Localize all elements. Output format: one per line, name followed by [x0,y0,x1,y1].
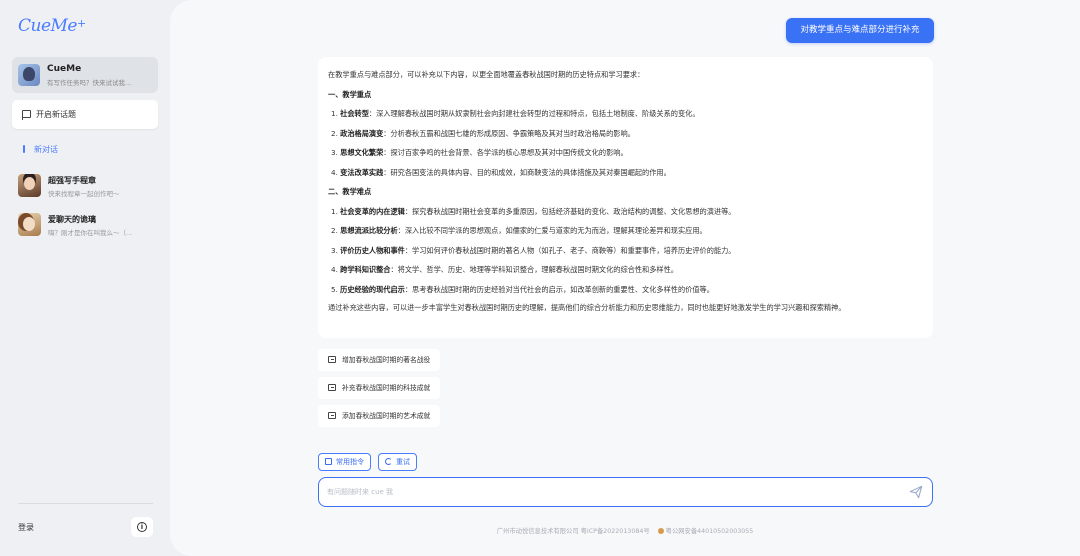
reply-intro: 在教学重点与难点部分，可以补充以下内容，以更全面地覆盖春秋战国时期的历史特点和学… [328,70,645,79]
message-composer [318,477,933,507]
footer-icp[interactable]: 粤ICP备2022013084号 [581,528,650,535]
avatar [18,174,41,197]
new-topic-button[interactable]: 开启新话题 [12,100,158,129]
suggestion-button[interactable]: 添加春秋战国时期的艺术成就 [318,405,441,427]
footer: 广州市动悦信息技术有限公司 粤ICP备2022013084号 粤公网安备4401… [170,526,1080,535]
login-link[interactable]: 登录 [18,522,34,533]
retry-button[interactable]: 重试 [378,453,417,471]
chat-item-subtitle: 嗨？刚才是你在叫我么～（... [48,229,133,237]
chat-item-subtitle: 快来找程章一起创作吧～ [48,190,120,198]
common-commands-button[interactable]: 常用指令 [318,453,371,471]
chat-item-chatter[interactable]: 爱聊天的诡璃 嗨？刚才是你在叫我么～（... [12,210,158,240]
cueme-logo[interactable]: CueMe+ [18,16,86,36]
section-heading: 一、教学重点 [328,89,372,99]
avatar [18,213,41,236]
send-icon[interactable] [909,485,923,499]
police-badge-icon [657,528,664,534]
list-item: 5. 历史经验的现代启示：思考春秋战国时期的历史经验对当代社会的启示，如改革创新… [331,284,714,294]
bot-avatar [18,64,40,86]
footer-police[interactable]: 粤公网安备44010502003055 [666,528,754,535]
info-button[interactable]: i [131,517,153,537]
list-item: 2. 思想流派比较分析：深入比较不同学派的思想观点，如儒家的仁爱与道家的无为而治… [331,226,707,235]
new-topic-label: 开启新话题 [36,110,76,119]
message-icon [328,384,336,391]
divider [18,503,153,504]
chat-item-label: 新对话 [34,145,58,154]
refresh-icon [385,458,392,465]
bot-card[interactable]: CueMe 有写作任务吗？快来试试我... [12,57,158,93]
list-item: 1. 社会转型：深入理解春秋战国时期从奴隶制社会向封建社会转型的过程和特点，包括… [331,109,700,118]
chat-bubble-icon [22,110,31,120]
bot-subtitle: 有写作任务吗？快来试试我... [47,79,132,87]
sidebar: CueMe+ CueMe 有写作任务吗？快来试试我... 开启新话题 新对话 超… [0,0,170,556]
suggestion-button[interactable]: 增加春秋战国时期的著名战役 [318,349,441,371]
chat-item-name: 超强写手程章 [48,176,96,185]
section-heading: 二、教学难点 [328,187,372,196]
command-icon [325,458,332,465]
suggestion-button[interactable]: 补充春秋战国时期的科技成就 [318,377,441,399]
list-item: 3. 评价历史人物和事件：学习如何评价春秋战国时期的著名人物（如孔子、老子、商鞅… [331,245,736,255]
list-item: 2. 政治格局演变：分析春秋五霸和战国七雄的形成原因、争霸策略及其对当时政治格局… [331,128,635,138]
user-message: 对教学重点与难点部分进行补充 [786,18,934,43]
reply-conclusion: 通过补充这些内容，可以进一步丰富学生对春秋战国时期历史的理解，提高他们的综合分析… [328,303,846,312]
active-indicator [23,145,25,153]
info-icon: i [137,522,147,532]
chat-item-active[interactable]: 新对话 [12,140,158,158]
message-icon [328,412,336,419]
bot-name: CueMe [47,64,82,74]
message-input[interactable] [327,485,887,499]
chat-item-writer[interactable]: 超强写手程章 快来找程章一起创作吧～ [12,171,158,201]
assistant-reply: 在教学重点与难点部分，可以补充以下内容，以更全面地覆盖春秋战国时期的历史特点和学… [318,57,933,338]
list-item: 4. 跨学科知识整合：将文学、哲学、历史、地理等学科知识整合，理解春秋战国时期文… [331,265,678,274]
chat-panel: 对教学重点与难点部分进行补充 在教学重点与难点部分，可以补充以下内容，以更全面地… [170,0,1080,556]
list-item: 4. 变法改革实践：研究各国变法的具体内容、目的和成效，如商鞅变法的具体措施及其… [331,167,671,177]
footer-company: 广州市动悦信息技术有限公司 [496,528,579,535]
chat-item-name: 爱聊天的诡璃 [48,215,96,224]
message-icon [328,356,336,363]
list-item: 1. 社会变革的内在逻辑：探究春秋战国时期社会变革的多重原因，包括经济基础的变化… [331,206,736,216]
list-item: 3. 思想文化繁荣：探讨百家争鸣的社会背景、各学派的核心思想及其对中国传统文化的… [331,148,628,157]
